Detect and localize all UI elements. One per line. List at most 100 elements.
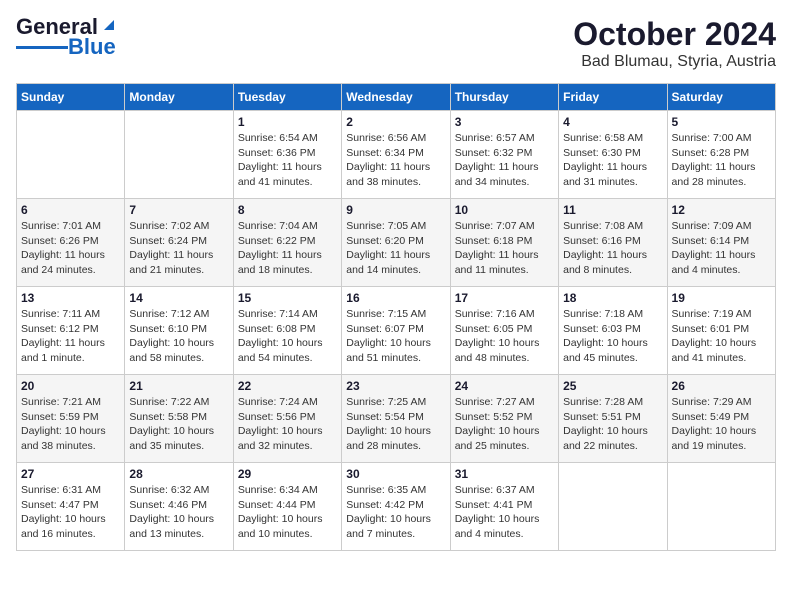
- calendar-cell: 22 Sunrise: 7:24 AM Sunset: 5:56 PM Dayli…: [233, 375, 341, 463]
- calendar-subtitle: Bad Blumau, Styria, Austria: [573, 53, 776, 71]
- day-number: 30: [346, 467, 445, 481]
- calendar-week-1: 6Sunrise: 7:01 AM Sunset: 6:26 PM Daylig…: [17, 199, 776, 287]
- calendar-cell: 20 Sunrise: 7:21 AM Sunset: 5:59 PM Dayli…: [17, 375, 125, 463]
- calendar-cell: 19Sunrise: 7:19 AM Sunset: 6:01 PM Dayli…: [667, 287, 775, 375]
- day-info: Sunrise: 6:58 AM Sunset: 6:30 PM Dayligh…: [563, 131, 662, 190]
- calendar-cell: 12 Sunrise: 7:09 AM Sunset: 6:14 PM Dayli…: [667, 199, 775, 287]
- calendar-cell: 3 Sunrise: 6:57 AM Sunset: 6:32 PM Daylig…: [450, 111, 558, 199]
- day-number: 2: [346, 115, 445, 129]
- calendar-cell: 10 Sunrise: 7:07 AM Sunset: 6:18 PM Dayli…: [450, 199, 558, 287]
- calendar-cell: 31Sunrise: 6:37 AM Sunset: 4:41 PM Dayli…: [450, 463, 558, 551]
- day-info: Sunrise: 6:56 AM Sunset: 6:34 PM Dayligh…: [346, 131, 445, 190]
- day-number: 1: [238, 115, 337, 129]
- page-header: General Blue October 2024 Bad Blumau, St…: [16, 16, 776, 71]
- calendar-cell: 5 Sunrise: 7:00 AM Sunset: 6:28 PM Daylig…: [667, 111, 775, 199]
- calendar-cell: 9Sunrise: 7:05 AM Sunset: 6:20 PM Daylig…: [342, 199, 450, 287]
- day-number: 4: [563, 115, 662, 129]
- header-tuesday: Tuesday: [233, 84, 341, 111]
- day-info: Sunrise: 6:31 AM Sunset: 4:47 PM Dayligh…: [21, 483, 120, 542]
- calendar-week-0: 1 Sunrise: 6:54 AM Sunset: 6:36 PM Daylig…: [17, 111, 776, 199]
- calendar-cell: 27 Sunrise: 6:31 AM Sunset: 4:47 PM Dayli…: [17, 463, 125, 551]
- day-info: Sunrise: 7:24 AM Sunset: 5:56 PM Dayligh…: [238, 395, 337, 454]
- calendar-cell: 2 Sunrise: 6:56 AM Sunset: 6:34 PM Daylig…: [342, 111, 450, 199]
- day-number: 6: [21, 203, 120, 217]
- day-number: 26: [672, 379, 771, 393]
- calendar-cell: [17, 111, 125, 199]
- day-info: Sunrise: 6:57 AM Sunset: 6:32 PM Dayligh…: [455, 131, 554, 190]
- day-info: Sunrise: 7:21 AM Sunset: 5:59 PM Dayligh…: [21, 395, 120, 454]
- day-info: Sunrise: 6:34 AM Sunset: 4:44 PM Dayligh…: [238, 483, 337, 542]
- calendar-week-3: 20 Sunrise: 7:21 AM Sunset: 5:59 PM Dayli…: [17, 375, 776, 463]
- day-number: 27: [21, 467, 120, 481]
- day-info: Sunrise: 7:27 AM Sunset: 5:52 PM Dayligh…: [455, 395, 554, 454]
- day-info: Sunrise: 7:12 AM Sunset: 6:10 PM Dayligh…: [129, 307, 228, 366]
- logo: General Blue: [16, 16, 118, 60]
- calendar-cell: 6Sunrise: 7:01 AM Sunset: 6:26 PM Daylig…: [17, 199, 125, 287]
- calendar-cell: 14 Sunrise: 7:12 AM Sunset: 6:10 PM Dayli…: [125, 287, 233, 375]
- calendar-cell: 1 Sunrise: 6:54 AM Sunset: 6:36 PM Daylig…: [233, 111, 341, 199]
- day-info: Sunrise: 7:08 AM Sunset: 6:16 PM Dayligh…: [563, 219, 662, 278]
- day-info: Sunrise: 6:32 AM Sunset: 4:46 PM Dayligh…: [129, 483, 228, 542]
- calendar-cell: 25Sunrise: 7:28 AM Sunset: 5:51 PM Dayli…: [559, 375, 667, 463]
- day-info: Sunrise: 7:07 AM Sunset: 6:18 PM Dayligh…: [455, 219, 554, 278]
- day-number: 25: [563, 379, 662, 393]
- day-number: 23: [346, 379, 445, 393]
- calendar-cell: [667, 463, 775, 551]
- day-number: 31: [455, 467, 554, 481]
- calendar-table: SundayMondayTuesdayWednesdayThursdayFrid…: [16, 83, 776, 551]
- logo-blue-text: Blue: [68, 34, 116, 60]
- calendar-week-4: 27 Sunrise: 6:31 AM Sunset: 4:47 PM Dayli…: [17, 463, 776, 551]
- day-info: Sunrise: 7:05 AM Sunset: 6:20 PM Dayligh…: [346, 219, 445, 278]
- day-info: Sunrise: 6:54 AM Sunset: 6:36 PM Dayligh…: [238, 131, 337, 190]
- day-info: Sunrise: 7:02 AM Sunset: 6:24 PM Dayligh…: [129, 219, 228, 278]
- day-number: 5: [672, 115, 771, 129]
- day-info: Sunrise: 7:04 AM Sunset: 6:22 PM Dayligh…: [238, 219, 337, 278]
- day-number: 10: [455, 203, 554, 217]
- calendar-cell: 11 Sunrise: 7:08 AM Sunset: 6:16 PM Dayli…: [559, 199, 667, 287]
- day-number: 13: [21, 291, 120, 305]
- day-info: Sunrise: 6:35 AM Sunset: 4:42 PM Dayligh…: [346, 483, 445, 542]
- day-info: Sunrise: 7:00 AM Sunset: 6:28 PM Dayligh…: [672, 131, 771, 190]
- header-friday: Friday: [559, 84, 667, 111]
- day-info: Sunrise: 7:09 AM Sunset: 6:14 PM Dayligh…: [672, 219, 771, 278]
- day-number: 20: [21, 379, 120, 393]
- day-number: 3: [455, 115, 554, 129]
- header-monday: Monday: [125, 84, 233, 111]
- day-info: Sunrise: 7:16 AM Sunset: 6:05 PM Dayligh…: [455, 307, 554, 366]
- calendar-cell: 18Sunrise: 7:18 AM Sunset: 6:03 PM Dayli…: [559, 287, 667, 375]
- calendar-cell: 15 Sunrise: 7:14 AM Sunset: 6:08 PM Dayli…: [233, 287, 341, 375]
- calendar-cell: 28 Sunrise: 6:32 AM Sunset: 4:46 PM Dayli…: [125, 463, 233, 551]
- header-sunday: Sunday: [17, 84, 125, 111]
- calendar-cell: 16Sunrise: 7:15 AM Sunset: 6:07 PM Dayli…: [342, 287, 450, 375]
- calendar-cell: 7Sunrise: 7:02 AM Sunset: 6:24 PM Daylig…: [125, 199, 233, 287]
- calendar-title: October 2024: [573, 16, 776, 53]
- day-number: 22: [238, 379, 337, 393]
- day-number: 14: [129, 291, 228, 305]
- calendar-cell: 30 Sunrise: 6:35 AM Sunset: 4:42 PM Dayli…: [342, 463, 450, 551]
- day-number: 11: [563, 203, 662, 217]
- logo-arrow-icon: [100, 16, 118, 34]
- day-number: 16: [346, 291, 445, 305]
- day-info: Sunrise: 7:11 AM Sunset: 6:12 PM Dayligh…: [21, 307, 120, 366]
- calendar-cell: 23 Sunrise: 7:25 AM Sunset: 5:54 PM Dayli…: [342, 375, 450, 463]
- day-info: Sunrise: 7:25 AM Sunset: 5:54 PM Dayligh…: [346, 395, 445, 454]
- calendar-cell: 4 Sunrise: 6:58 AM Sunset: 6:30 PM Daylig…: [559, 111, 667, 199]
- day-number: 12: [672, 203, 771, 217]
- calendar-cell: 21Sunrise: 7:22 AM Sunset: 5:58 PM Dayli…: [125, 375, 233, 463]
- title-block: October 2024 Bad Blumau, Styria, Austria: [573, 16, 776, 71]
- day-number: 19: [672, 291, 771, 305]
- day-info: Sunrise: 7:14 AM Sunset: 6:08 PM Dayligh…: [238, 307, 337, 366]
- header-thursday: Thursday: [450, 84, 558, 111]
- day-info: Sunrise: 7:29 AM Sunset: 5:49 PM Dayligh…: [672, 395, 771, 454]
- calendar-cell: [125, 111, 233, 199]
- day-number: 24: [455, 379, 554, 393]
- day-number: 29: [238, 467, 337, 481]
- day-number: 28: [129, 467, 228, 481]
- day-number: 8: [238, 203, 337, 217]
- header-wednesday: Wednesday: [342, 84, 450, 111]
- calendar-cell: 8 Sunrise: 7:04 AM Sunset: 6:22 PM Daylig…: [233, 199, 341, 287]
- day-info: Sunrise: 7:22 AM Sunset: 5:58 PM Dayligh…: [129, 395, 228, 454]
- calendar-cell: [559, 463, 667, 551]
- day-number: 15: [238, 291, 337, 305]
- day-number: 17: [455, 291, 554, 305]
